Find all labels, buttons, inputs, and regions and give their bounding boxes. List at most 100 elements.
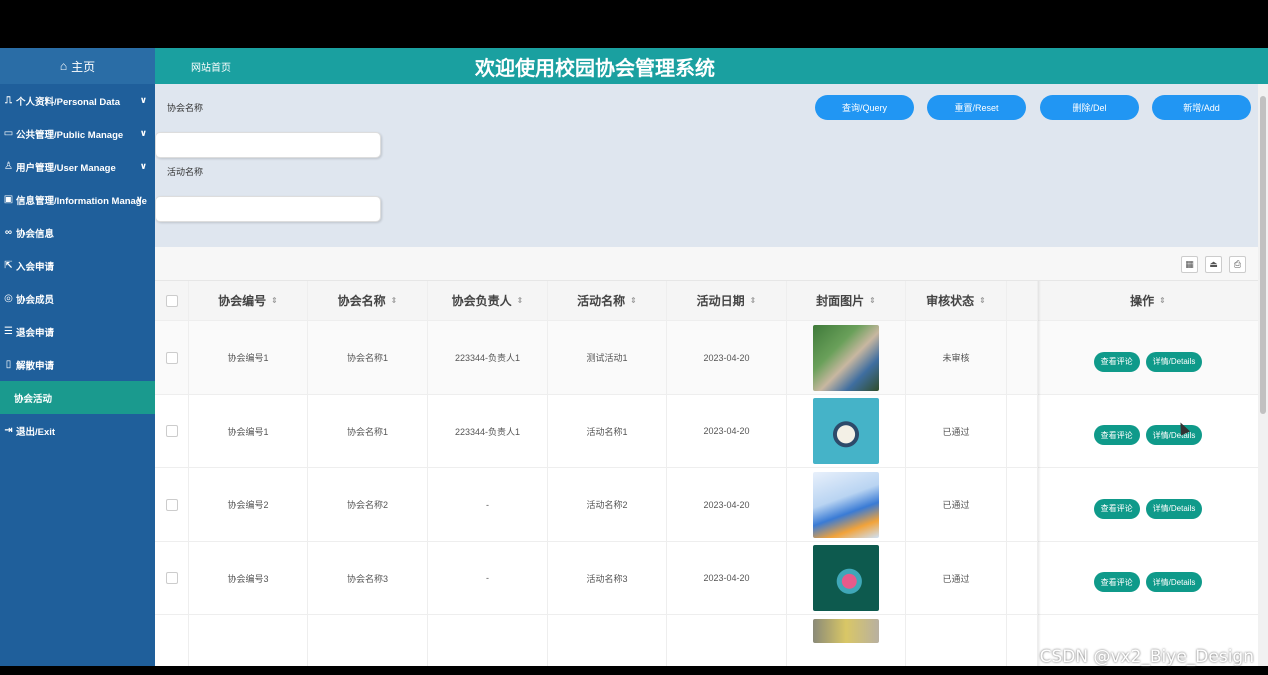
sidebar-item-dissolve-request[interactable]: ▯ 解散申请 <box>0 348 155 381</box>
column-header[interactable]: 协会名称 ⇕ <box>308 281 428 320</box>
sort-icon[interactable]: ⇕ <box>271 296 278 305</box>
sidebar-home[interactable]: ⌂ 主页 <box>0 48 155 84</box>
column-header[interactable]: 封面图片 ⇕ <box>787 281 906 320</box>
row-checkbox[interactable] <box>165 351 178 364</box>
column-header[interactable]: 协会编号 ⇕ <box>189 281 308 320</box>
sidebar-item-activities[interactable]: 协会活动 <box>0 381 155 414</box>
view-comments-button[interactable]: 查看评论 <box>1093 425 1140 445</box>
cover-image[interactable] <box>813 619 879 643</box>
sort-icon[interactable]: ⇕ <box>979 296 986 305</box>
details-button[interactable]: 详情/Details <box>1145 498 1203 519</box>
cover-image[interactable] <box>813 324 879 391</box>
cell-cover <box>787 395 906 467</box>
cell-date: 2023-04-20 <box>667 321 787 394</box>
sidebar-item-leave-request[interactable]: ☰ 退会申请 <box>0 315 155 348</box>
cell-date: 2023-04-20 <box>667 395 787 467</box>
cell-id <box>189 615 308 666</box>
sidebar-item-public-manage[interactable]: ▭ 公共管理/Public Manage ∨ <box>0 117 155 150</box>
sort-icon[interactable]: ⇕ <box>630 296 637 305</box>
sidebar-item-user-manage[interactable]: ♙ 用户管理/User Manage ∨ <box>0 150 155 183</box>
logout-icon: ⇥ <box>4 425 13 436</box>
reset-button[interactable]: 重置/Reset <box>927 95 1026 120</box>
details-button[interactable]: 详情/Details <box>1145 351 1203 372</box>
cell-leader: 223344-负责人1 <box>428 395 548 467</box>
delete-button[interactable]: 删除/Del <box>1040 95 1139 120</box>
sidebar-item-label: 退出/Exit <box>16 426 56 438</box>
details-button[interactable]: 详情/Details <box>1145 425 1203 445</box>
sidebar-item-personal-data[interactable]: ⎍ 个人资料/Personal Data ∨ <box>0 84 155 117</box>
row-checkbox[interactable] <box>165 425 178 437</box>
view-comments-button[interactable]: 查看评论 <box>1093 572 1140 592</box>
row-select-cell <box>155 395 189 467</box>
scrollbar-thumb[interactable] <box>1260 96 1266 414</box>
sidebar: ⌂ 主页 ⎍ 个人资料/Personal Data ∨ ▭ 公共管理/Publi… <box>0 48 155 666</box>
cover-image[interactable] <box>813 471 879 538</box>
cell-activity: 测试活动1 <box>548 321 667 394</box>
top-bar: 网站首页 欢迎使用校园协会管理系统 <box>155 48 1268 84</box>
view-comments-button[interactable]: 查看评论 <box>1093 351 1140 372</box>
sidebar-item-label: 用户管理/User Manage <box>16 162 116 174</box>
row-checkbox[interactable] <box>165 498 178 511</box>
sidebar-item-information-manage[interactable]: ▣ 信息管理/Information Manage ∨ <box>0 183 155 216</box>
sidebar-item-label: 协会成员 <box>16 294 55 306</box>
sort-icon[interactable]: ⇕ <box>391 296 398 305</box>
column-header[interactable]: 协会负责人 ⇕ <box>428 281 548 320</box>
column-header-label: 协会编号 <box>218 294 267 308</box>
cell-date <box>667 615 787 666</box>
add-button[interactable]: 新增/Add <box>1152 95 1251 120</box>
sort-icon[interactable]: ⇕ <box>1159 296 1166 305</box>
page-title: 欢迎使用校园协会管理系统 <box>475 58 715 80</box>
view-comments-button[interactable]: 查看评论 <box>1093 498 1140 519</box>
table-row: 协会编号1 协会名称1 223344-负责人1 测试活动1 2023-04-20… <box>155 321 1258 395</box>
enter-icon: ⇱ <box>4 260 13 271</box>
sort-icon[interactable]: ⇕ <box>750 296 757 305</box>
cell-status: 未审核 <box>906 321 1007 394</box>
column-header-label: 活动日期 <box>696 294 745 308</box>
members-icon: ◎ <box>4 293 13 304</box>
column-header-label: 协会负责人 <box>451 294 512 308</box>
column-header[interactable]: 审核状态 ⇕ <box>906 281 1007 320</box>
column-header-label: 封面图片 <box>816 294 865 308</box>
sidebar-item-label: 解散申请 <box>16 360 55 372</box>
details-button[interactable]: 详情/Details <box>1145 572 1203 592</box>
export-icon[interactable]: ⏏ <box>1205 256 1222 273</box>
cell-status: 已通过 <box>906 542 1007 614</box>
sidebar-item-exit[interactable]: ⇥ 退出/Exit <box>0 414 155 447</box>
association-name-input[interactable] <box>155 132 381 158</box>
chevron-down-icon: ∨ <box>135 194 143 204</box>
print-icon[interactable]: ⎙ <box>1229 256 1246 273</box>
cell-activity <box>548 615 667 666</box>
query-button[interactable]: 查询/Query <box>815 95 914 120</box>
row-select-cell <box>155 542 189 614</box>
column-header[interactable]: 活动日期 ⇕ <box>667 281 787 320</box>
app-frame: ⌂ 主页 ⎍ 个人资料/Personal Data ∨ ▭ 公共管理/Publi… <box>0 48 1268 666</box>
website-home-link[interactable]: 网站首页 <box>191 59 231 74</box>
chevron-down-icon: ∨ <box>139 128 147 138</box>
sort-icon[interactable]: ⇕ <box>517 296 524 305</box>
cell-leader: - <box>428 468 548 541</box>
sidebar-item-members[interactable]: ◎ 协会成员 <box>0 282 155 315</box>
cell-blank <box>1007 468 1038 541</box>
cell-blank <box>1007 542 1038 614</box>
cell-activity: 活动名称2 <box>548 468 667 541</box>
sidebar-item-join-request[interactable]: ⇱ 入会申请 <box>0 249 155 282</box>
activities-table: 协会编号 ⇕ 协会名称 ⇕ 协会负责人 ⇕ 活动名称 ⇕ 活动日期 ⇕ 封面图片 ⇕ 审核状… <box>155 281 1258 666</box>
sidebar-item-association-info[interactable]: ∞ 协会信息 <box>0 216 155 249</box>
row-checkbox[interactable] <box>165 572 178 584</box>
cell-date: 2023-04-20 <box>667 542 787 614</box>
cell-cover <box>787 468 906 541</box>
select-all-checkbox[interactable] <box>165 294 178 307</box>
activity-name-label: 活动名称 <box>167 167 204 177</box>
column-header-blank <box>1007 281 1038 320</box>
link-icon: ∞ <box>4 227 13 238</box>
cover-image[interactable] <box>813 545 879 611</box>
person-card-icon: ⎍ <box>5 95 12 106</box>
sort-icon[interactable]: ⇕ <box>869 296 876 305</box>
column-header[interactable]: 活动名称 ⇕ <box>548 281 667 320</box>
scrollbar[interactable] <box>1258 84 1268 666</box>
cell-operations: 查看评论 详情/Details <box>1038 395 1258 467</box>
cover-image[interactable] <box>813 398 879 464</box>
cell-name: 协会名称1 <box>308 395 428 467</box>
columns-icon[interactable]: ▦ <box>1181 256 1198 273</box>
activity-name-input[interactable] <box>155 196 381 222</box>
